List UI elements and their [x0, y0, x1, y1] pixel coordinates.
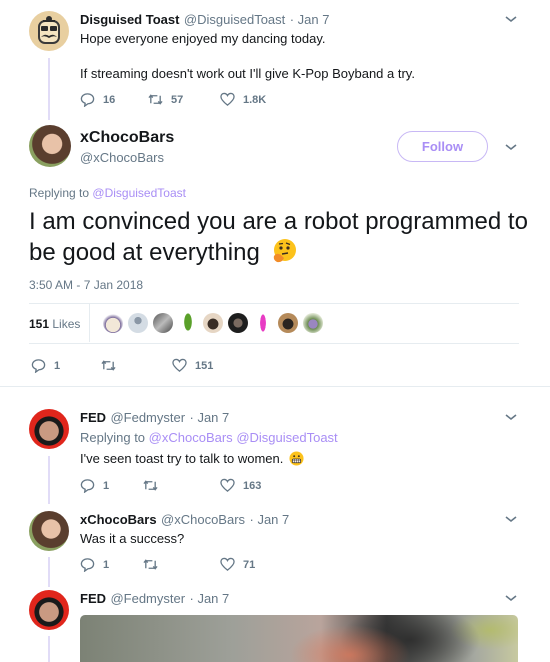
tweet-timestamp[interactable]: 3:50 AM - 7 Jan 2018	[29, 278, 143, 292]
retweet-count: 57	[171, 93, 184, 106]
tweet-text-content: I've seen toast try to talk to women.	[80, 451, 284, 466]
avatar-fed[interactable]	[29, 409, 69, 449]
reply-count: 16	[103, 93, 116, 106]
chevron-down-icon[interactable]	[504, 14, 518, 24]
liker-avatar[interactable]	[303, 313, 323, 333]
media-thumbnail[interactable]	[80, 615, 518, 662]
author-name[interactable]: xChocoBars	[80, 512, 157, 527]
like-count: 71	[243, 558, 256, 571]
retweet-icon	[148, 94, 163, 105]
likers-avatars	[103, 313, 323, 337]
heart-icon	[220, 478, 235, 492]
divider	[29, 303, 519, 304]
toast-mustache-icon	[38, 16, 60, 44]
like-button[interactable]: 151	[172, 358, 213, 373]
replying-label: Replying to	[29, 186, 90, 200]
replying-to: Replying to @xChocoBars @DisguisedToast	[80, 430, 338, 445]
author-handle[interactable]: @Fedmyster	[110, 591, 185, 606]
thinking-face-icon	[273, 239, 296, 263]
likes-count: 151	[29, 317, 50, 331]
reply-icon	[80, 558, 95, 572]
likes-summary[interactable]: 151 Likes	[29, 317, 80, 331]
avatar-fed[interactable]	[29, 590, 69, 630]
reply-button[interactable]: 1	[80, 478, 109, 493]
section-divider	[0, 386, 550, 387]
like-button[interactable]: 71	[220, 557, 255, 572]
avatar-xchocobars[interactable]	[29, 125, 71, 167]
author-handle[interactable]: @xChocoBars	[161, 512, 245, 527]
like-count: 163	[243, 479, 262, 492]
retweet-button[interactable]	[143, 557, 166, 572]
author-handle[interactable]: @xChocoBars	[80, 150, 174, 165]
mention-link[interactable]: @DisguisedToast	[236, 430, 337, 445]
author-handle[interactable]: @DisguisedToast	[184, 12, 285, 27]
thread-line	[48, 58, 50, 120]
reply-icon	[31, 359, 46, 373]
tweet-text-line-2: If streaming doesn't work out I'll give …	[80, 66, 415, 81]
thread-line	[48, 557, 50, 587]
liker-avatar[interactable]	[253, 313, 273, 333]
tweet-text: Was it a success?	[80, 531, 185, 546]
mention-link[interactable]: @DisguisedToast	[92, 186, 186, 200]
liker-avatar[interactable]	[128, 313, 148, 333]
avatar-xchocobars[interactable]	[29, 511, 69, 551]
like-count: 151	[195, 359, 214, 372]
chevron-down-icon[interactable]	[504, 593, 518, 603]
replying-label: Replying to	[80, 430, 146, 445]
tweet-date[interactable]: · Jan 7	[290, 12, 330, 27]
retweet-icon	[101, 360, 116, 371]
author-name[interactable]: FED	[80, 591, 106, 606]
tweet-date[interactable]: · Jan 7	[190, 591, 230, 606]
like-count: 1.8K	[243, 93, 267, 106]
grimacing-face-icon	[289, 451, 304, 466]
thread-line	[48, 456, 50, 504]
like-button[interactable]: 1.8K	[220, 92, 266, 107]
tweet-text: I've seen toast try to talk to women.	[80, 450, 304, 468]
likes-label: Likes	[52, 317, 81, 331]
author-handle[interactable]: @Fedmyster	[110, 410, 185, 425]
tweet-text-line-1: Hope everyone enjoyed my dancing today.	[80, 31, 326, 46]
liker-avatar[interactable]	[103, 313, 123, 333]
like-button[interactable]: 163	[220, 478, 261, 493]
likes-separator	[89, 304, 90, 342]
thread-line	[48, 636, 50, 662]
heart-icon	[172, 358, 187, 372]
chevron-down-icon[interactable]	[504, 514, 518, 524]
retweet-button[interactable]	[143, 478, 166, 493]
reply-count: 1	[103, 479, 110, 492]
reply-button[interactable]: 1	[31, 358, 60, 373]
replying-to: Replying to @DisguisedToast	[29, 186, 186, 200]
chevron-down-icon[interactable]	[504, 142, 518, 152]
heart-icon	[220, 557, 235, 571]
liker-avatar[interactable]	[203, 313, 223, 333]
retweet-icon	[143, 559, 158, 570]
reply-icon	[80, 93, 95, 107]
tweet-text: I am convinced you are a robot programme…	[29, 206, 529, 268]
author-name[interactable]: Disguised Toast	[80, 12, 179, 27]
retweet-icon	[143, 480, 158, 491]
author-name[interactable]: xChocoBars	[80, 129, 174, 147]
follow-button[interactable]: Follow	[397, 131, 488, 162]
liker-avatar[interactable]	[228, 313, 248, 333]
chevron-down-icon[interactable]	[504, 412, 518, 422]
liker-avatar[interactable]	[278, 313, 298, 333]
tweet-date[interactable]: · Jan 7	[190, 410, 230, 425]
divider	[29, 343, 519, 344]
liker-avatar[interactable]	[178, 313, 198, 333]
reply-count: 1	[103, 558, 110, 571]
reply-button[interactable]: 16	[80, 92, 115, 107]
reply-icon	[80, 479, 95, 493]
avatar-disguised-toast[interactable]	[29, 11, 69, 51]
liker-avatar[interactable]	[153, 313, 173, 333]
mention-link[interactable]: @xChocoBars	[149, 430, 233, 445]
heart-icon	[220, 92, 235, 106]
retweet-button[interactable]	[101, 358, 124, 373]
reply-button[interactable]: 1	[80, 557, 109, 572]
reply-count: 1	[54, 359, 61, 372]
tweet-date[interactable]: · Jan 7	[250, 512, 290, 527]
retweet-button[interactable]: 57	[148, 92, 183, 107]
author-name[interactable]: FED	[80, 410, 106, 425]
